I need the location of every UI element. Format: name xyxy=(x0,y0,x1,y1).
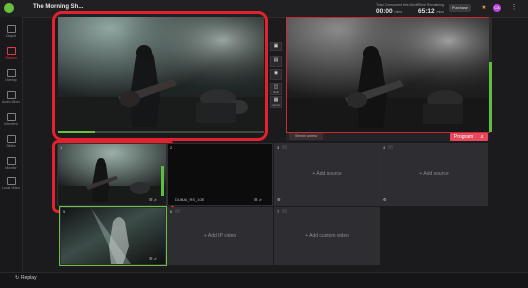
camera-icon: ◉ xyxy=(273,70,279,76)
sidebar-item-audio-mixer[interactable]: Audio Mixer xyxy=(0,91,22,104)
tool-button-1[interactable]: ▣ xyxy=(270,42,282,51)
slot-4-settings-icon[interactable]: ⚙ xyxy=(383,197,387,202)
overlay-icon xyxy=(6,69,16,77)
sidebar-item-output[interactable]: Output xyxy=(0,25,22,38)
program-button-label: Program xyxy=(454,134,474,140)
slot-1-highlight-frame xyxy=(52,140,174,213)
program-stream-tag[interactable]: Stream wontra xyxy=(289,133,323,140)
sidebar-item-overlay[interactable]: Overlay xyxy=(0,69,22,82)
screen-icon: ▣ xyxy=(273,43,279,49)
replay-icon: ↻ xyxy=(15,275,20,281)
program-video[interactable] xyxy=(286,17,490,133)
purchase-button[interactable]: Purchase xyxy=(449,4,471,12)
consumed-value: 00:00 mins xyxy=(376,8,403,15)
local-video-icon xyxy=(6,177,16,185)
slot-4-add-source[interactable]: + Add source xyxy=(381,171,487,177)
slides-icon xyxy=(6,135,16,143)
consumed-label: Total Consumed this Month xyxy=(376,3,420,7)
audio-mixer-icon xyxy=(6,91,16,99)
monitor-icon xyxy=(6,157,16,165)
menu-icon[interactable]: ⋮ xyxy=(510,4,518,12)
source-slot-2[interactable]: 2 DUBAI_RS_10E ☰ ♬ xyxy=(167,143,273,206)
slot-7-tag xyxy=(282,209,287,213)
remaining-value: 65:12 mins xyxy=(418,8,445,15)
sidebar-item-interview[interactable]: Interview xyxy=(0,113,22,126)
slot-3-settings-icon[interactable]: ⚙ xyxy=(277,197,281,202)
source-slot-7[interactable]: 7 + Add custom video xyxy=(274,207,380,265)
output-icon xyxy=(6,25,16,33)
slot-5-active-border xyxy=(59,206,167,266)
sidebar-item-monitor[interactable]: Monitor xyxy=(0,157,22,170)
slot-4-tag xyxy=(388,145,393,149)
slot-3-tag xyxy=(282,145,287,149)
preview-highlight-frame xyxy=(52,11,268,141)
slot-2-name: DUBAI_RS_10E xyxy=(175,197,205,202)
gift-icon[interactable]: ★ xyxy=(480,4,488,12)
sidebar: Output Record Overlay Audio Mixer Interv… xyxy=(0,17,23,272)
tool-split-button[interactable]: ◫ Split xyxy=(270,83,282,95)
slot-3-add-source[interactable]: + Add source xyxy=(275,171,379,177)
program-audio-icon: ♬ xyxy=(480,134,485,140)
slot-2-number: 2 xyxy=(170,145,173,150)
remaining-label: Time Remaining xyxy=(418,3,445,7)
sidebar-item-slides[interactable]: Slides xyxy=(0,135,22,148)
app-logo[interactable] xyxy=(4,3,14,13)
slot-7-add-custom-video[interactable]: + Add custom video xyxy=(275,233,379,239)
slot-7-number: 7 xyxy=(277,209,280,214)
interview-icon xyxy=(6,113,16,121)
tool-button-2[interactable]: ▤ xyxy=(270,56,282,67)
source-slot-6[interactable]: 6 + Add IP video xyxy=(167,207,273,265)
slot-6-number: 6 xyxy=(170,209,173,214)
avatar[interactable]: CA xyxy=(493,4,501,12)
show-title: The Morning Sh... xyxy=(33,4,84,10)
bottom-bar xyxy=(0,272,528,288)
sidebar-item-record[interactable]: Record xyxy=(0,47,22,60)
tool-button-3[interactable]: ◉ xyxy=(270,69,282,80)
sidebar-item-local-video[interactable]: Local Video xyxy=(0,177,22,190)
layout-icon: ▤ xyxy=(273,57,279,63)
slot-6-tag xyxy=(175,209,180,213)
slot-3-number: 3 xyxy=(277,145,280,150)
slot-6-add-ip-video[interactable]: + Add IP video xyxy=(168,233,272,239)
slot-2-controls[interactable]: ☰ ♬ xyxy=(254,197,263,202)
tool-quad-button[interactable]: ▦ Quad xyxy=(270,96,282,108)
source-slot-4[interactable]: 4 + Add source ⚙ xyxy=(380,143,488,206)
source-slot-3[interactable]: 3 + Add source ⚙ xyxy=(274,143,380,206)
program-audio-meter-track xyxy=(489,17,492,62)
program-audio-meter xyxy=(489,62,492,132)
slot-4-number: 4 xyxy=(383,145,386,150)
record-icon xyxy=(6,47,16,55)
replay-button[interactable]: Replay xyxy=(21,275,37,281)
